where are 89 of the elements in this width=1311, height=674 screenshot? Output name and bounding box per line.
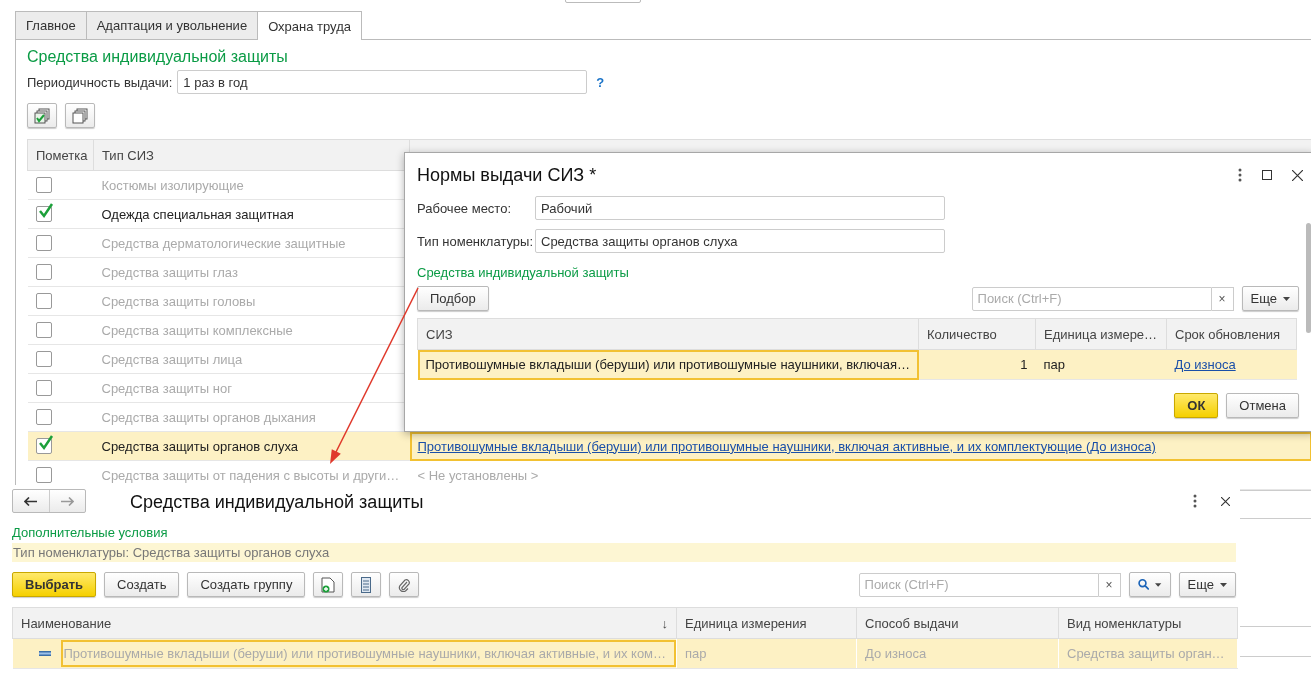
column-header[interactable]: Тип СИЗ <box>93 139 410 171</box>
checkbox[interactable] <box>35 206 52 222</box>
check-all-button[interactable] <box>27 103 57 128</box>
attach-button[interactable] <box>389 572 420 597</box>
field-label: Рабочее место: <box>417 200 513 216</box>
table-cell: Средства защиты глаз <box>101 264 238 280</box>
tab[interactable]: Главное <box>15 11 87 39</box>
tab[interactable]: Охрана труда <box>257 11 362 40</box>
clear-button[interactable]: × <box>1098 572 1121 597</box>
create-group-button[interactable]: Создать группу <box>187 572 306 597</box>
checked-pages-icon <box>34 107 50 124</box>
checkbox[interactable] <box>35 380 52 396</box>
column-header[interactable]: Вид номенклатуры <box>1058 607 1238 639</box>
table-cell: Противошумные вкладыши (беруши) или противошумные наушники, включая… <box>425 357 911 372</box>
table-cell: Средства защиты комплексные <box>101 322 293 338</box>
column-header[interactable]: Срок обновления <box>1166 318 1297 350</box>
table-cell: Средства защиты органов дыхания <box>101 409 316 425</box>
filter-bar: Тип номенклатуры: Средства защиты органов слуха <box>12 543 1236 562</box>
table-cell: Средства защиты от падения с высоты и други… <box>101 467 400 483</box>
tab[interactable]: Адаптация и увольнение <box>85 11 259 39</box>
checkbox[interactable] <box>35 438 52 454</box>
section-title: Средства индивидуальной защиты <box>27 48 289 66</box>
checkbox[interactable] <box>35 322 52 338</box>
input-field[interactable]: Средства защиты органов слуха <box>535 229 945 253</box>
caret-icon <box>1155 582 1162 587</box>
list-icon <box>361 576 372 593</box>
table-cell: Противошумные вкладыши (беруши) или противошумные наушники, включая активные, и их ком… <box>60 640 676 667</box>
column-header[interactable]: Количество <box>918 318 1036 350</box>
help-link[interactable]: ? <box>596 74 605 90</box>
table-cell: Средства защиты лица <box>101 351 243 367</box>
sort-indicator: ↓ <box>661 615 668 631</box>
table-cell: Средства дерматологические защитные <box>101 235 346 251</box>
column-header[interactable]: Единица измере… <box>1035 318 1167 350</box>
column-header[interactable]: Единица измерения <box>676 607 857 639</box>
window-title: Средства индивидуальной защиты <box>130 490 425 513</box>
column-header[interactable]: Наименование ↓ <box>12 607 677 639</box>
table-cell: Средства защиты орган… <box>1067 646 1225 661</box>
table-cell: Средства защиты головы <box>101 293 256 309</box>
checkbox[interactable] <box>35 351 52 367</box>
close-icon[interactable] <box>1292 169 1303 181</box>
input-field[interactable]: Рабочий <box>535 196 945 220</box>
table-cell: Средства защиты ног <box>101 380 232 396</box>
column-header[interactable]: Пометка <box>27 139 94 171</box>
checkbox[interactable] <box>35 467 52 483</box>
table-cell: < Не установлены > <box>417 467 539 483</box>
more-icon[interactable] <box>1238 168 1242 182</box>
paperclip-icon <box>398 577 411 592</box>
document-plus-icon <box>321 576 336 593</box>
checkbox[interactable] <box>35 177 52 193</box>
left-arrow-icon <box>24 496 38 506</box>
caret-icon <box>1220 582 1227 587</box>
right-arrow-icon <box>60 496 74 506</box>
clear-button[interactable]: × <box>1211 286 1234 311</box>
table-cell: пар <box>685 646 707 661</box>
uncheck-all-button[interactable] <box>65 103 95 128</box>
column-header[interactable]: Способ выдачи <box>856 607 1059 639</box>
select-button[interactable]: Выбрать <box>12 572 97 597</box>
caret-icon <box>1283 296 1290 301</box>
table-cell: До износа <box>865 646 927 661</box>
table-cell: Одежда специальная защитная <box>101 206 294 222</box>
more-button[interactable]: Еще <box>1178 572 1236 597</box>
pick-button[interactable]: Подбор <box>417 286 489 311</box>
section-title: Средства индивидуальной защиты <box>417 265 630 280</box>
table-cell: 1 <box>1020 357 1028 372</box>
conditions-label: Дополнительные условия <box>12 525 169 540</box>
more-button[interactable]: Еще <box>1241 286 1299 311</box>
checkbox[interactable] <box>35 293 52 309</box>
search-icon <box>1137 578 1150 591</box>
field-label: Периодичность выдачи: <box>27 74 173 90</box>
table-cell: пар <box>1043 357 1065 372</box>
dialog-title: Нормы выдачи СИЗ * <box>417 164 598 186</box>
list-button[interactable] <box>351 572 382 597</box>
more-icon[interactable] <box>1193 494 1197 508</box>
create-button[interactable]: Создать <box>104 572 180 597</box>
table-cell: Средства защиты органов слуха <box>101 438 298 454</box>
checkbox[interactable] <box>35 264 52 280</box>
checkbox[interactable] <box>35 409 52 425</box>
periodicity-field[interactable]: 1 раз в год <box>177 70 588 94</box>
ok-button[interactable]: ОК <box>1174 393 1219 418</box>
column-header[interactable]: СИЗ <box>417 318 919 350</box>
checkbox[interactable] <box>35 235 52 251</box>
close-icon[interactable] <box>1221 496 1230 506</box>
maximize-icon[interactable] <box>1262 170 1272 180</box>
pages-icon <box>72 107 88 124</box>
cancel-button[interactable]: Отмена <box>1226 393 1299 418</box>
item-icon <box>38 651 51 656</box>
field-label: Тип номенклатуры: <box>417 233 535 249</box>
search-options-button[interactable] <box>1128 572 1171 597</box>
table-cell: Костюмы изолирующие <box>101 177 244 193</box>
